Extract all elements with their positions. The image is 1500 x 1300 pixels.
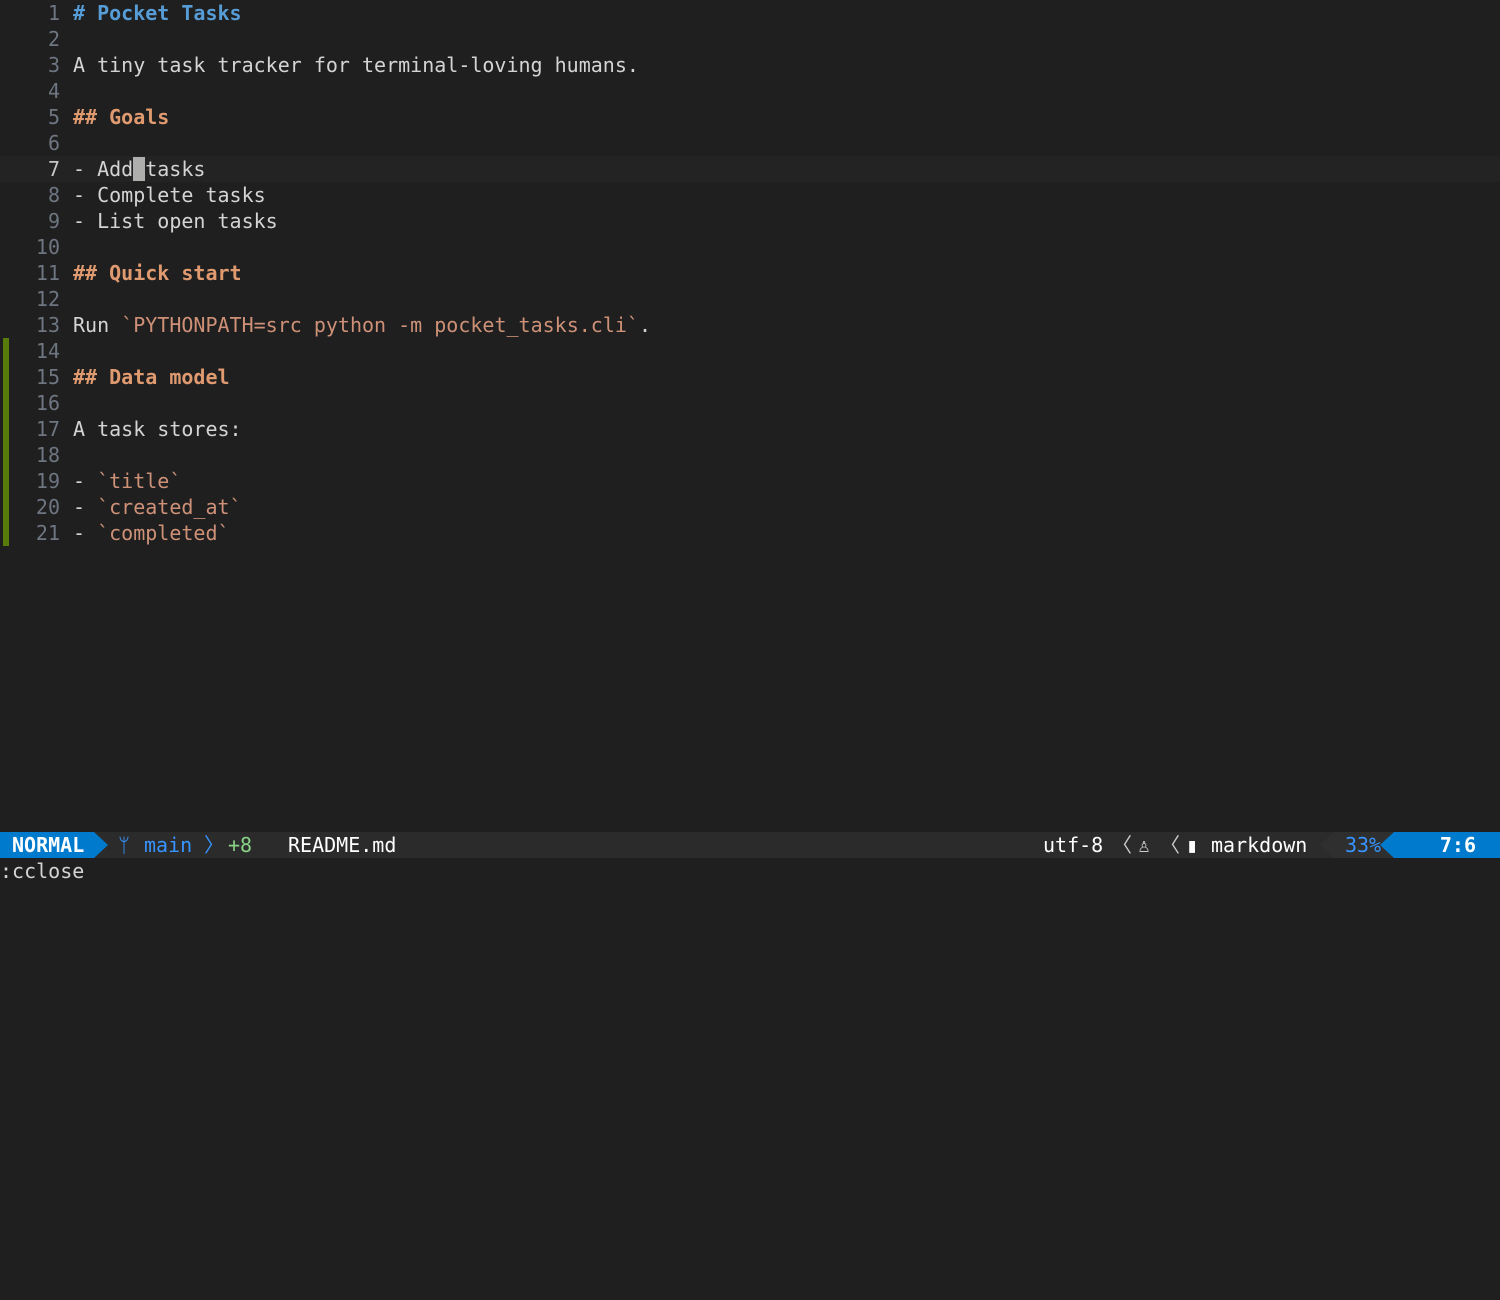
line-number: 18 [35, 443, 60, 467]
text-cursor [133, 157, 146, 181]
line-number: 6 [47, 131, 60, 155]
editor-line[interactable]: 2 [0, 26, 1500, 52]
mode-indicator: NORMAL [0, 832, 94, 858]
file-type: markdown [1211, 833, 1308, 857]
editor-line[interactable]: 14 [0, 338, 1500, 364]
editor-line[interactable]: 11 ## Quick start [0, 260, 1500, 286]
editor-line[interactable]: 19- `title` [0, 468, 1500, 494]
editor-line[interactable]: 21- `completed` [0, 520, 1500, 546]
file-encoding: utf-8 [1043, 833, 1104, 857]
text-span: Run [73, 313, 122, 337]
git-branch-icon: ᛘ [118, 833, 130, 857]
markdown-heading: ## Data model [73, 365, 230, 389]
text-span: - Complete tasks [73, 183, 266, 207]
git-branch: main [144, 833, 193, 857]
line-number: 14 [35, 339, 60, 363]
inline-code: `PYTHONPATH=src python -m pocket_tasks.c… [121, 313, 639, 337]
line-text: - List open tasks [73, 208, 278, 234]
editor-line[interactable]: 13 Run `PYTHONPATH=src python -m pocket_t… [0, 312, 1500, 338]
line-number: 19 [35, 469, 60, 493]
statusline: NORMAL ᛘ main 〉 +8 README.md utf-8 〈 ♙ 〈… [0, 832, 1500, 858]
line-number: 16 [35, 391, 60, 415]
line-text: ## Quick start [73, 260, 242, 286]
editor-line[interactable]: 15 ## Data model [0, 364, 1500, 390]
line-text: - `created_at` [73, 494, 242, 520]
line-number: 20 [35, 495, 60, 519]
text-span: tasks [145, 157, 206, 181]
text-span: - List open tasks [73, 209, 278, 233]
chevron-left-icon: 〈 [1160, 833, 1180, 857]
line-number: 12 [35, 287, 60, 311]
line-number: 13 [35, 313, 60, 337]
inline-code: `created_at` [97, 495, 242, 519]
markdown-heading: # Pocket Tasks [73, 1, 242, 25]
line-text: - Add tasks [73, 156, 205, 182]
linux-penguin-icon: ♙ [1138, 833, 1151, 857]
markdown-heading: ## Quick start [73, 261, 242, 285]
line-number: 4 [47, 79, 60, 103]
file-type-icon: ▮ [1186, 833, 1199, 857]
chevron-right-icon: 〉 [204, 833, 224, 857]
file-name: README.md [288, 833, 397, 857]
text-span: - [73, 469, 98, 493]
line-number: 15 [35, 365, 60, 389]
inline-code: `completed` [97, 521, 230, 545]
line-text: # Pocket Tasks [73, 0, 242, 26]
line-number: 3 [47, 53, 60, 77]
markdown-heading: ## Goals [73, 105, 170, 129]
line-number: 2 [47, 27, 60, 51]
command-line[interactable]: :cclose [0, 858, 1500, 885]
editor-line[interactable]: 3 A tiny task tracker for terminal-loving… [0, 52, 1500, 78]
line-number: 10 [35, 235, 60, 259]
cursor-position: 7:6 [1394, 832, 1500, 858]
line-text: - Complete tasks [73, 182, 266, 208]
text-span: . [638, 313, 651, 337]
text-span: - [73, 495, 98, 519]
line-text: ## Data model [73, 364, 230, 390]
git-diff-added: +8 [228, 833, 253, 857]
editor-line[interactable]: 10 [0, 234, 1500, 260]
line-number: 9 [47, 209, 60, 233]
editor-line[interactable]: 20- `created_at` [0, 494, 1500, 520]
line-text: - `completed` [73, 520, 230, 546]
editor-buffer[interactable]: 1 # Pocket Tasks 2 3 A tiny task tracker for… [0, 0, 1500, 832]
line-text: ## Goals [73, 104, 169, 130]
text-span: A task stores: [73, 417, 242, 441]
editor-line[interactable]: 9 - List open tasks [0, 208, 1500, 234]
percent-separator [1320, 832, 1334, 858]
editor-line[interactable]: 5 ## Goals [0, 104, 1500, 130]
chevron-left-icon: 〈 [1112, 833, 1132, 857]
line-number: 21 [35, 521, 60, 545]
inline-code: `title` [97, 469, 182, 493]
text-span: - Add [73, 157, 134, 181]
editor-line[interactable]: 18 [0, 442, 1500, 468]
editor-line[interactable]: 16 [0, 390, 1500, 416]
editor-line[interactable]: 6 [0, 130, 1500, 156]
line-number: 1 [47, 1, 60, 25]
editor-line[interactable]: 12 [0, 286, 1500, 312]
mode-separator [94, 832, 108, 858]
line-number: 11 [35, 261, 60, 285]
editor-line[interactable]: 8 - Complete tasks [0, 182, 1500, 208]
line-number: 5 [47, 105, 60, 129]
text-span: A tiny task tracker for terminal-loving … [73, 53, 639, 77]
position-separator [1380, 832, 1394, 858]
line-text: A task stores: [73, 416, 242, 442]
line-text: A tiny task tracker for terminal-loving … [73, 52, 639, 78]
line-text: Run `PYTHONPATH=src python -m pocket_tas… [73, 312, 651, 338]
line-text: - `title` [73, 468, 181, 494]
editor-line[interactable]: 17 A task stores: [0, 416, 1500, 442]
editor-line[interactable]: 7 - Add tasks [0, 156, 1500, 182]
editor-line[interactable]: 1 # Pocket Tasks [0, 0, 1500, 26]
editor-line[interactable]: 4 [0, 78, 1500, 104]
line-number: 17 [35, 417, 60, 441]
line-number: 8 [47, 183, 60, 207]
line-number: 7 [47, 157, 60, 181]
text-span: - [73, 521, 98, 545]
